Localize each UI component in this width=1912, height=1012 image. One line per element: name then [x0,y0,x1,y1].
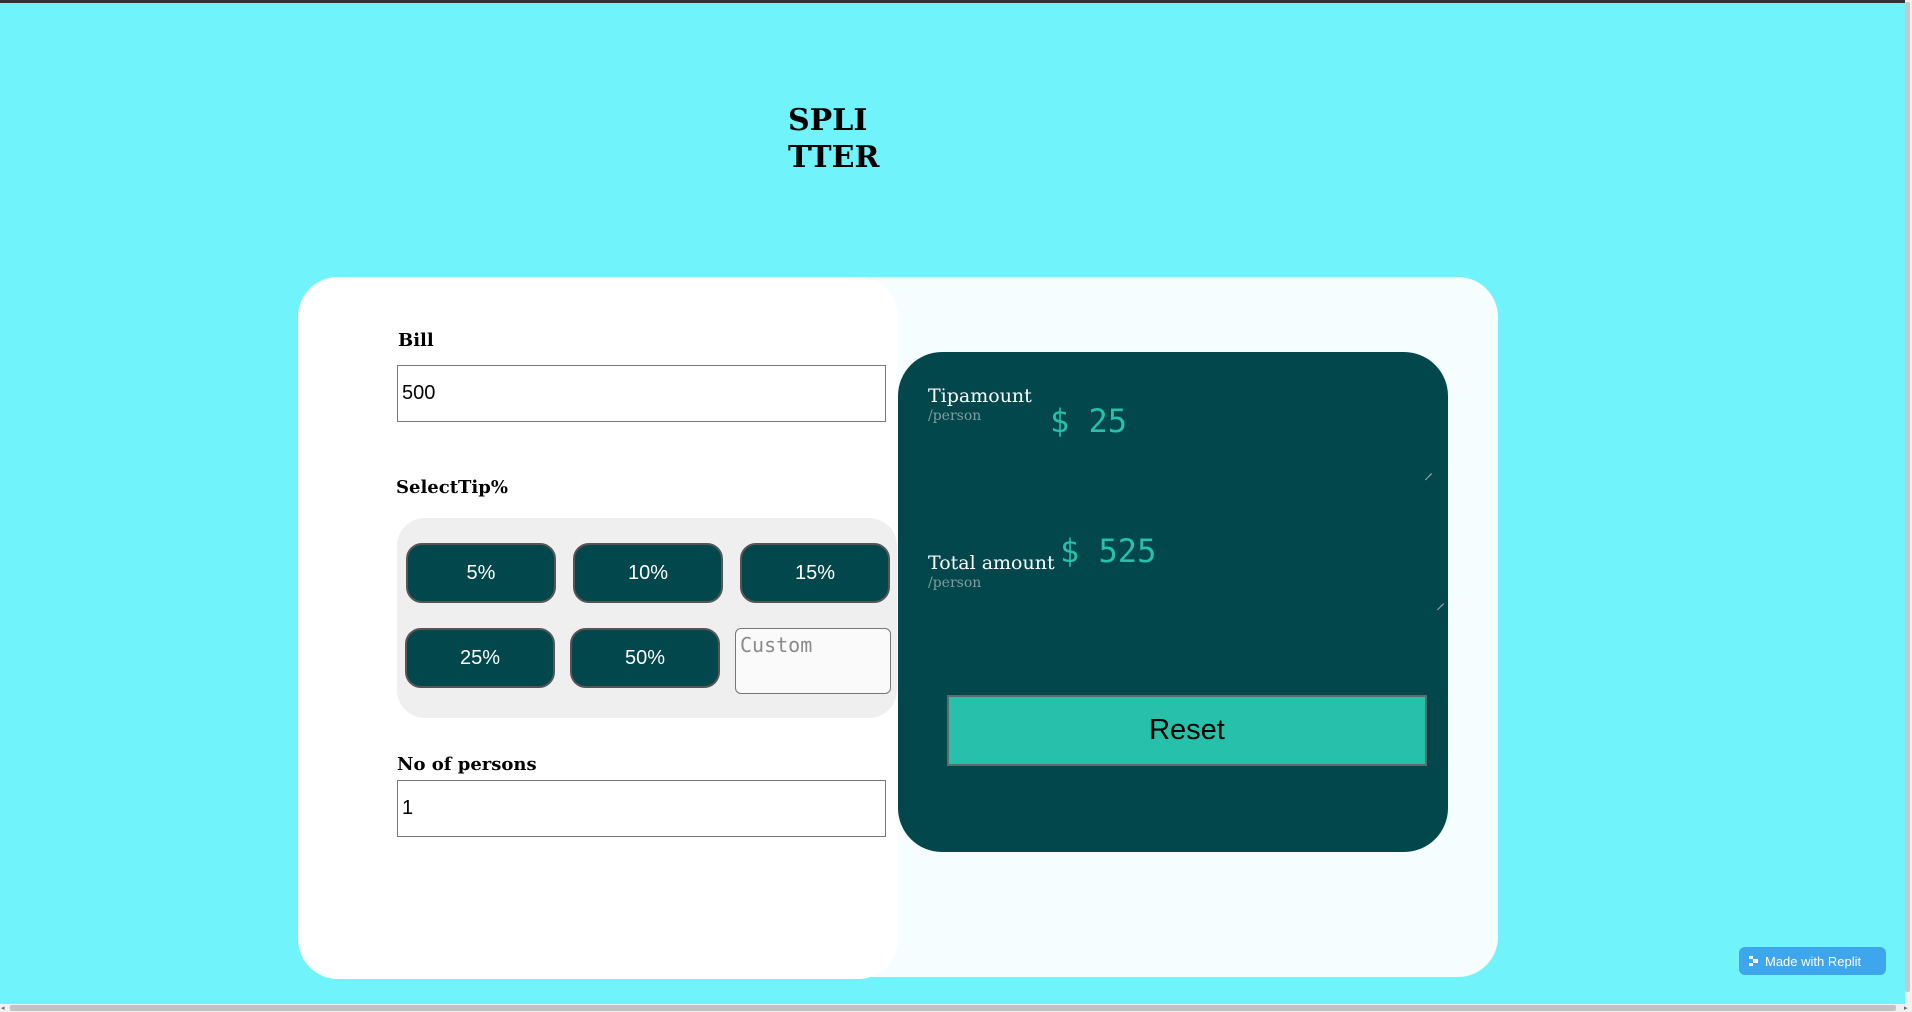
total-amount-resize-handle[interactable] [1436,596,1444,604]
bill-label: Bill [398,330,434,351]
persons-label: No of persons [397,754,537,775]
custom-tip-input[interactable] [735,628,891,694]
tip-amount-per-person-label: /person [928,408,982,424]
total-amount-per-person-label: /person [928,575,982,591]
made-with-replit-label: Made with Replit [1765,953,1862,969]
replit-logo-icon [1749,956,1759,966]
horizontal-scrollbar[interactable]: ◂ ▸ [0,1004,1912,1012]
tip-amount-value: $ 25 [1050,402,1128,440]
top-border [0,0,1912,3]
total-amount-label: Total amount [928,552,1055,574]
made-with-replit-badge[interactable]: Made with Replit [1739,947,1886,975]
bill-input[interactable] [397,365,886,422]
tip-amount-resize-handle[interactable] [1424,466,1432,474]
reset-button[interactable]: Reset [947,695,1427,766]
results-panel [898,352,1448,852]
select-tip-label: SelectTip% [396,477,508,498]
scroll-left-arrow-icon[interactable]: ◂ [1,1004,5,1012]
tip-50-button[interactable]: 50% [570,628,720,688]
vertical-scrollbar[interactable] [1905,0,1912,1004]
vertical-scrollbar-thumb[interactable] [1905,2,1910,992]
tip-5-button[interactable]: 5% [406,543,556,603]
horizontal-scrollbar-thumb[interactable] [10,1005,1896,1011]
persons-input[interactable] [397,780,886,837]
tip-15-button[interactable]: 15% [740,543,890,603]
page-title: SPLITTER [788,103,880,175]
scroll-right-arrow-icon[interactable]: ▸ [1904,1004,1908,1012]
total-amount-value: $ 525 [1060,532,1157,570]
tip-10-button[interactable]: 10% [573,543,723,603]
tip-25-button[interactable]: 25% [405,628,555,688]
tip-amount-label: Tipamount [928,385,1032,407]
